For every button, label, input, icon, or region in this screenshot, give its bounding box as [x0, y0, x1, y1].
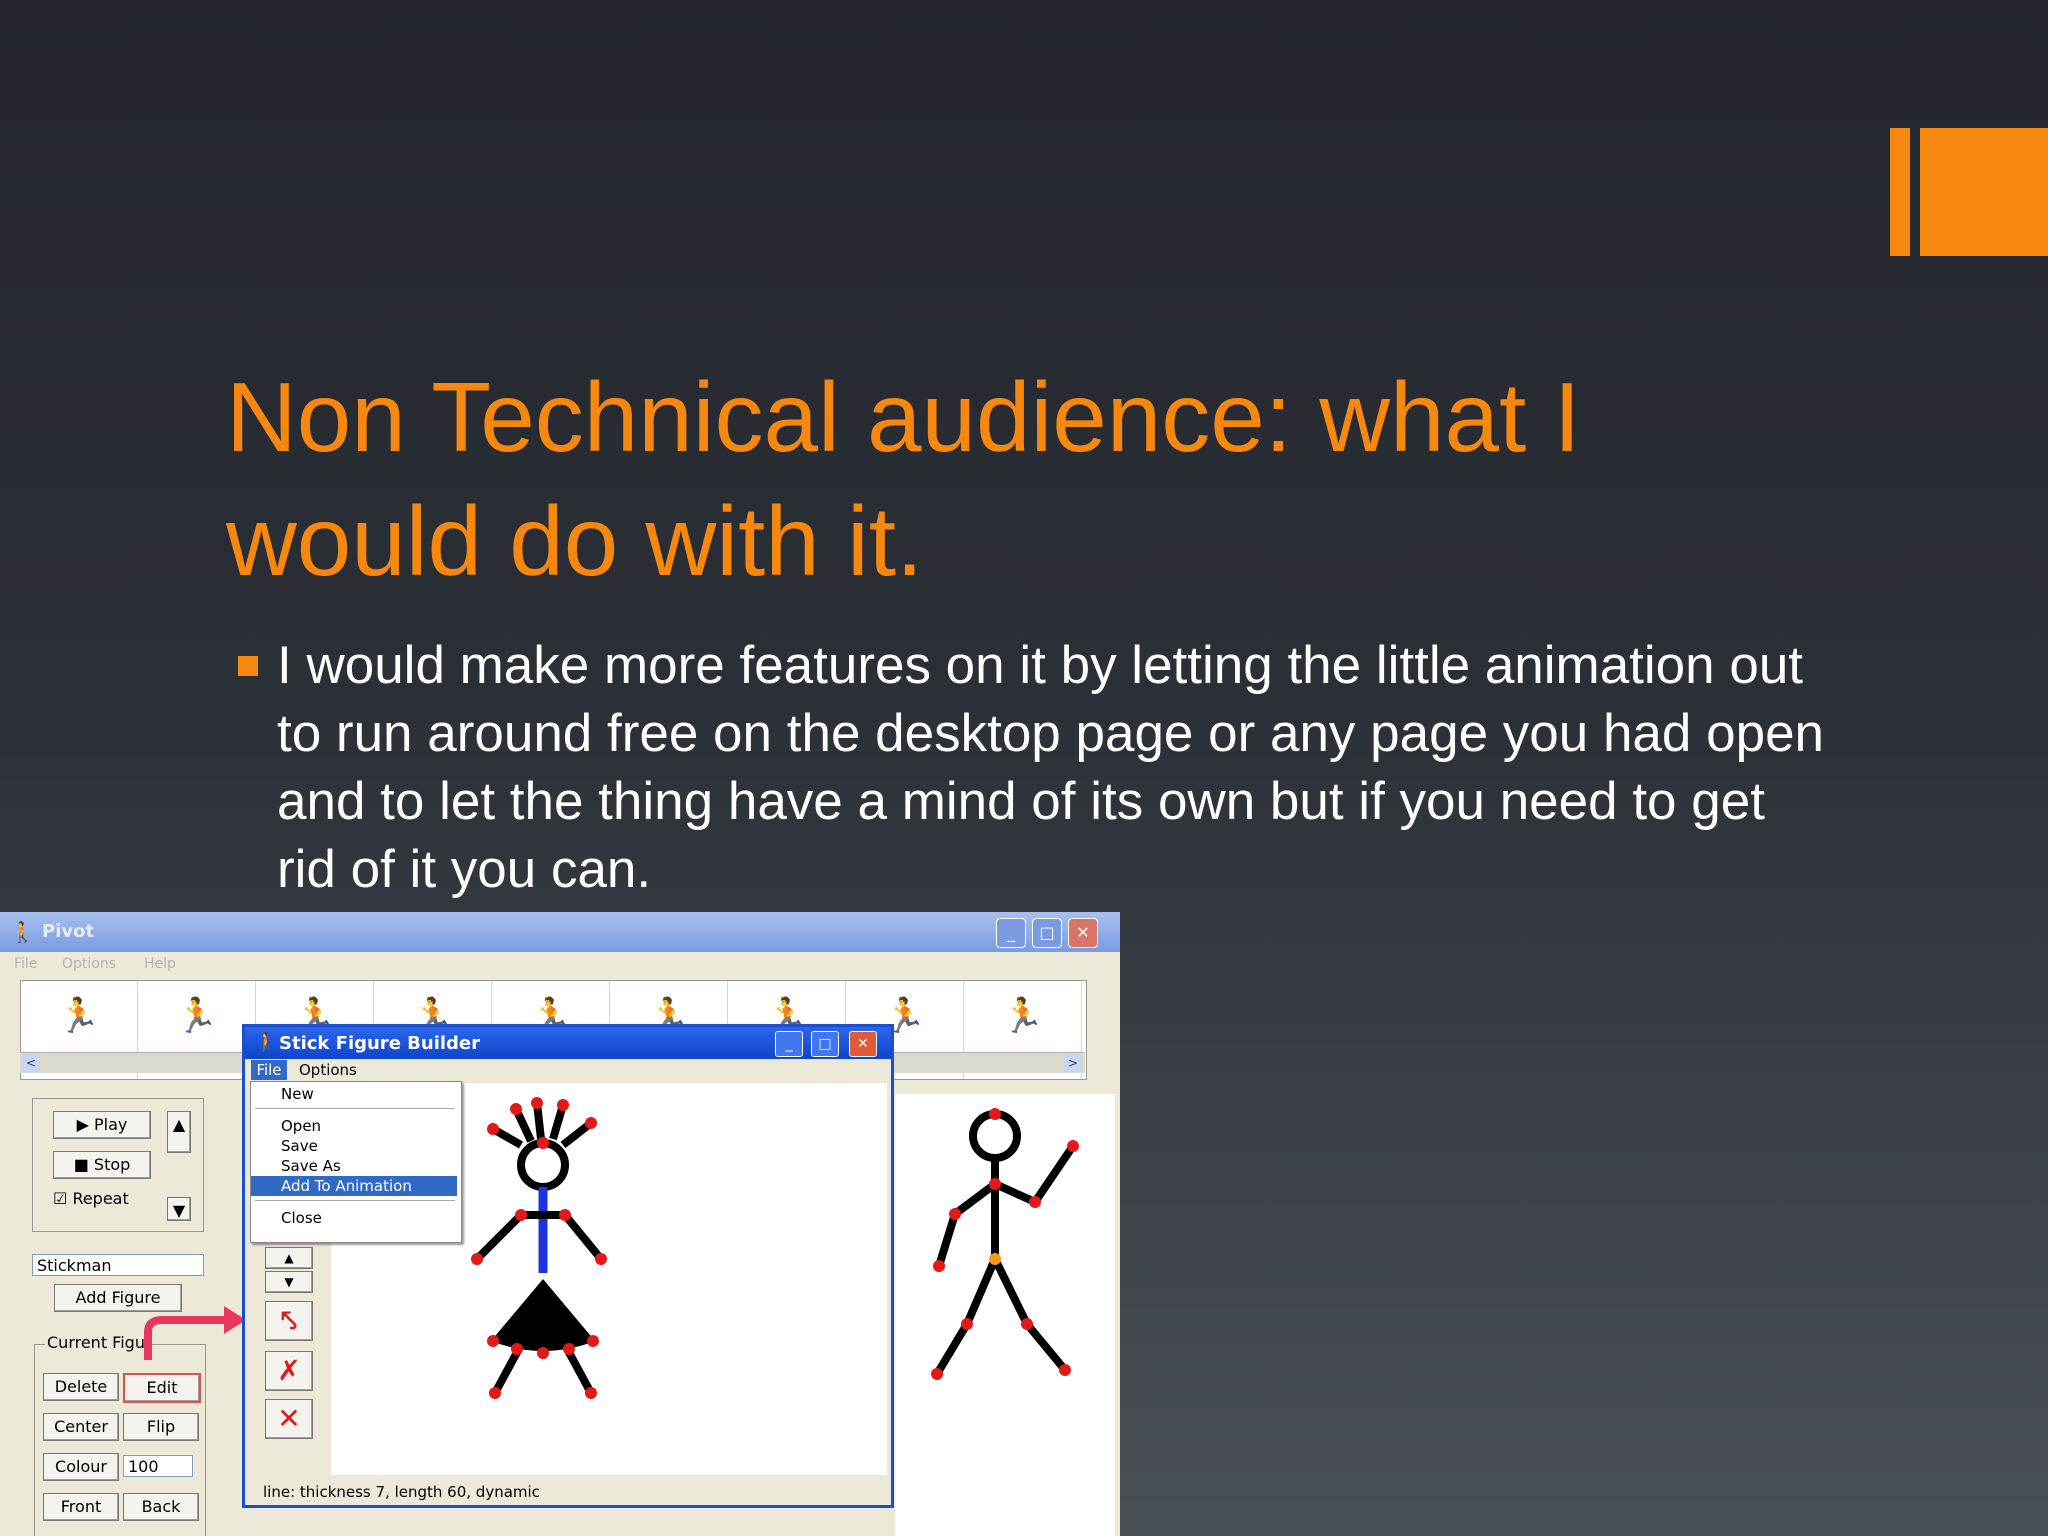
scroll-right-icon[interactable]: > [1064, 1054, 1082, 1072]
maximize-icon[interactable]: □ [811, 1031, 839, 1057]
menu-item-open[interactable]: Open [251, 1116, 457, 1136]
builder-menubar: File Options [245, 1059, 891, 1081]
close-icon[interactable]: ✕ [849, 1031, 877, 1057]
edit-button[interactable]: Edit [123, 1373, 201, 1403]
center-button[interactable]: Center [43, 1413, 119, 1441]
accent-block [1920, 128, 2048, 256]
builder-titlebar: 🚶 Stick Figure Builder _ □ ✕ [245, 1027, 891, 1059]
colour-value-field[interactable]: 100 [123, 1455, 193, 1477]
speed-down-icon[interactable]: ▼ [167, 1197, 191, 1221]
menu-separator [255, 1108, 455, 1109]
builder-menu-file[interactable]: File [251, 1060, 287, 1080]
menu-separator [255, 1200, 455, 1201]
current-figure-label: Current Figu [45, 1333, 147, 1352]
file-dropdown-menu: New Open Save Save As Add To Animation C… [250, 1081, 462, 1243]
close-icon[interactable]: ✕ [1068, 918, 1098, 948]
play-button[interactable]: ▶ Play [53, 1111, 151, 1139]
menu-file[interactable]: File [14, 956, 37, 972]
pivot-titlebar: 🚶 Pivot _ □ ✕ [0, 912, 1120, 952]
flip-button[interactable]: Flip [123, 1413, 199, 1441]
front-button[interactable]: Front [43, 1493, 119, 1521]
pivot-menubar: File Options Help [0, 952, 1120, 978]
stop-button[interactable]: ■ Stop [53, 1151, 151, 1179]
minimize-icon[interactable]: _ [996, 918, 1026, 948]
menu-item-close[interactable]: Close [251, 1208, 457, 1228]
menu-item-new[interactable]: New [251, 1084, 457, 1104]
playback-panel: ▶ Play ■ Stop ☑ Repeat ▲ ▼ [32, 1098, 204, 1232]
delete-x-icon[interactable]: ✕ [265, 1399, 313, 1439]
pivot-screenshot: 🚶 Pivot _ □ ✕ File Options Help 🏃 🏃 🏃 🏃 … [0, 912, 1120, 1536]
menu-item-add-to-animation[interactable]: Add To Animation [251, 1176, 457, 1196]
colour-button[interactable]: Colour [43, 1453, 119, 1481]
builder-title: Stick Figure Builder [279, 1033, 481, 1054]
annotation-arrow-icon [144, 1306, 246, 1360]
bullet-marker [238, 656, 258, 676]
current-figure-group: Current Figu Delete Edit Center Flip Col… [34, 1333, 206, 1536]
slide-title: Non Technical audience: what I would do … [226, 362, 1581, 596]
stickman-figure[interactable] [895, 1094, 1115, 1536]
speed-up-icon[interactable]: ▲ [167, 1111, 191, 1153]
builder-statusbar: line: thickness 7, length 60, dynamic [245, 1479, 891, 1505]
line-tool-icon[interactable]: ⤣ [265, 1301, 313, 1341]
menu-help[interactable]: Help [144, 956, 176, 972]
menu-options[interactable]: Options [62, 956, 116, 972]
animation-canvas[interactable] [895, 1094, 1115, 1536]
stickman-icon: 🚶 [10, 920, 35, 944]
stickman-icon: 🚶 [255, 1032, 278, 1053]
builder-menu-options[interactable]: Options [299, 1060, 357, 1080]
scroll-left-icon[interactable]: < [22, 1054, 40, 1072]
up-arrow-icon[interactable]: ▲ [265, 1247, 313, 1269]
status-text: line: thickness 7, length 60, dynamic [263, 1483, 540, 1501]
menu-item-save[interactable]: Save [251, 1136, 457, 1156]
bullet-text: I would make more features on it by lett… [277, 636, 1825, 899]
pivot-window-title: Pivot [42, 921, 95, 942]
down-arrow-icon[interactable]: ▼ [265, 1271, 313, 1293]
repeat-checkbox[interactable]: ☑ Repeat [53, 1189, 129, 1208]
minimize-icon[interactable]: _ [775, 1031, 803, 1057]
stick-figure-builder-window: 🚶 Stick Figure Builder _ □ ✕ File Option… [242, 1024, 894, 1508]
menu-item-save-as[interactable]: Save As [251, 1156, 457, 1176]
maximize-icon[interactable]: □ [1032, 918, 1062, 948]
back-button[interactable]: Back [123, 1493, 199, 1521]
figure-select[interactable]: Stickman [32, 1254, 204, 1276]
accent-bar-thin [1890, 128, 1910, 256]
delete-button[interactable]: Delete [43, 1373, 119, 1401]
cut-joint-icon[interactable]: ✗ [265, 1351, 313, 1391]
